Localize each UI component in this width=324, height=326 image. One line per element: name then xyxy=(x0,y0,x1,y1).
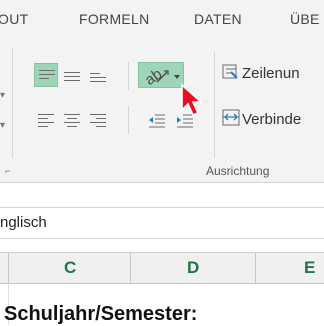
separator-indent xyxy=(128,106,129,134)
formula-bar[interactable]: nglisch xyxy=(0,207,324,239)
separator-orientation xyxy=(128,62,129,90)
ribbon-tab-bar: OUT FORMELN DATEN ÜBE xyxy=(0,0,324,40)
formula-bar-value: nglisch xyxy=(0,214,47,231)
align-left-icon xyxy=(38,114,54,130)
group-label: Ausrichtung xyxy=(206,164,270,178)
align-right-icon xyxy=(90,114,106,130)
align-top-button[interactable] xyxy=(34,63,58,87)
column-separator xyxy=(130,253,131,283)
merge-center-icon xyxy=(222,109,240,126)
align-bottom-button[interactable] xyxy=(86,63,110,87)
align-right-button[interactable] xyxy=(86,108,110,132)
tab-formeln[interactable]: FORMELN xyxy=(79,11,150,27)
ribbon-alignment-group: ▾ ▾ ab Zeilenun Verbinde ⌐ Ausrichtung xyxy=(0,40,324,183)
cell-schuljahr-semester[interactable]: Schuljahr/Semester: xyxy=(4,303,197,326)
left-group-dropdown-icon[interactable]: ▾ xyxy=(0,90,5,101)
tab-layout[interactable]: OUT xyxy=(0,11,28,27)
separator-wrap xyxy=(214,52,215,158)
tab-daten[interactable]: DATEN xyxy=(194,11,242,27)
align-top-icon xyxy=(39,70,55,82)
column-header-d[interactable]: D xyxy=(187,258,199,278)
wrap-text-icon xyxy=(222,64,238,79)
tab-ueberpruefen[interactable]: ÜBE xyxy=(290,11,320,27)
align-middle-button[interactable] xyxy=(60,63,84,87)
orientation-icon: ab xyxy=(142,65,180,89)
align-center-icon xyxy=(64,114,80,130)
column-separator xyxy=(255,253,256,283)
left-group-dropdown-icon-2[interactable]: ▾ xyxy=(0,120,5,131)
decrease-indent-icon[interactable] xyxy=(148,113,166,129)
font-group-launcher-icon[interactable]: ⌐ xyxy=(5,166,10,176)
mouse-cursor-icon xyxy=(181,83,204,117)
align-middle-icon xyxy=(64,72,80,84)
align-left-button[interactable] xyxy=(34,108,58,132)
column-header-e[interactable]: E xyxy=(304,258,315,278)
wrap-text-button[interactable]: Zeilenun xyxy=(242,65,300,82)
column-header-c[interactable]: C xyxy=(64,258,76,278)
column-header-row: C D E xyxy=(0,252,324,284)
align-bottom-icon xyxy=(90,73,106,85)
merge-center-button[interactable]: Verbinde xyxy=(242,111,301,128)
orientation-button[interactable]: ab xyxy=(138,62,184,89)
align-center-button[interactable] xyxy=(60,108,84,132)
group-divider-left xyxy=(12,48,13,158)
column-separator xyxy=(8,253,9,283)
